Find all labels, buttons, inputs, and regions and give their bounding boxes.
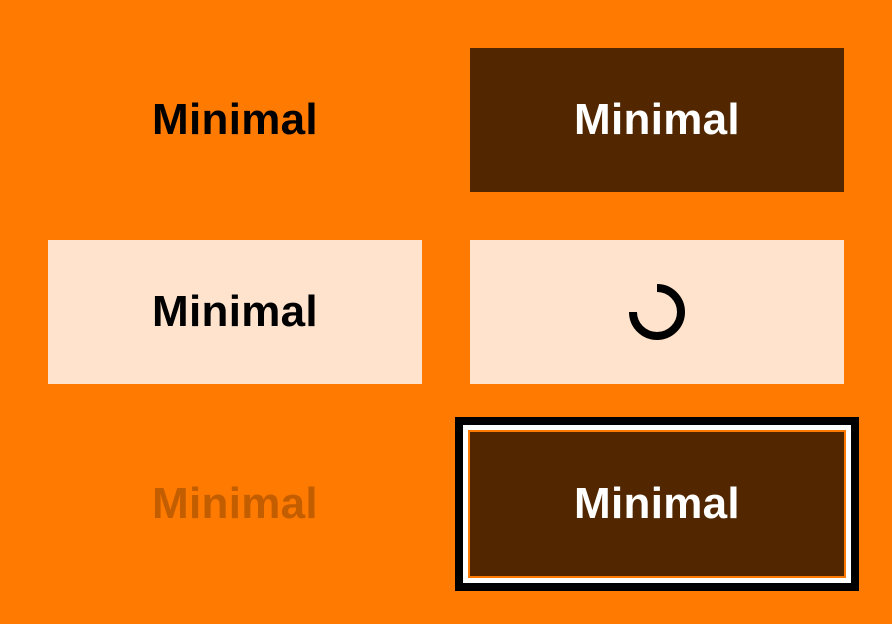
spinner-icon <box>629 284 685 340</box>
minimal-button-pressed[interactable]: Minimal <box>48 240 422 384</box>
minimal-button-hover[interactable]: Minimal <box>470 48 844 192</box>
minimal-button-loading[interactable] <box>470 240 844 384</box>
minimal-button-disabled: Minimal <box>48 432 422 576</box>
minimal-button-default[interactable]: Minimal <box>48 48 422 192</box>
minimal-button-focused[interactable]: Minimal <box>470 432 844 576</box>
